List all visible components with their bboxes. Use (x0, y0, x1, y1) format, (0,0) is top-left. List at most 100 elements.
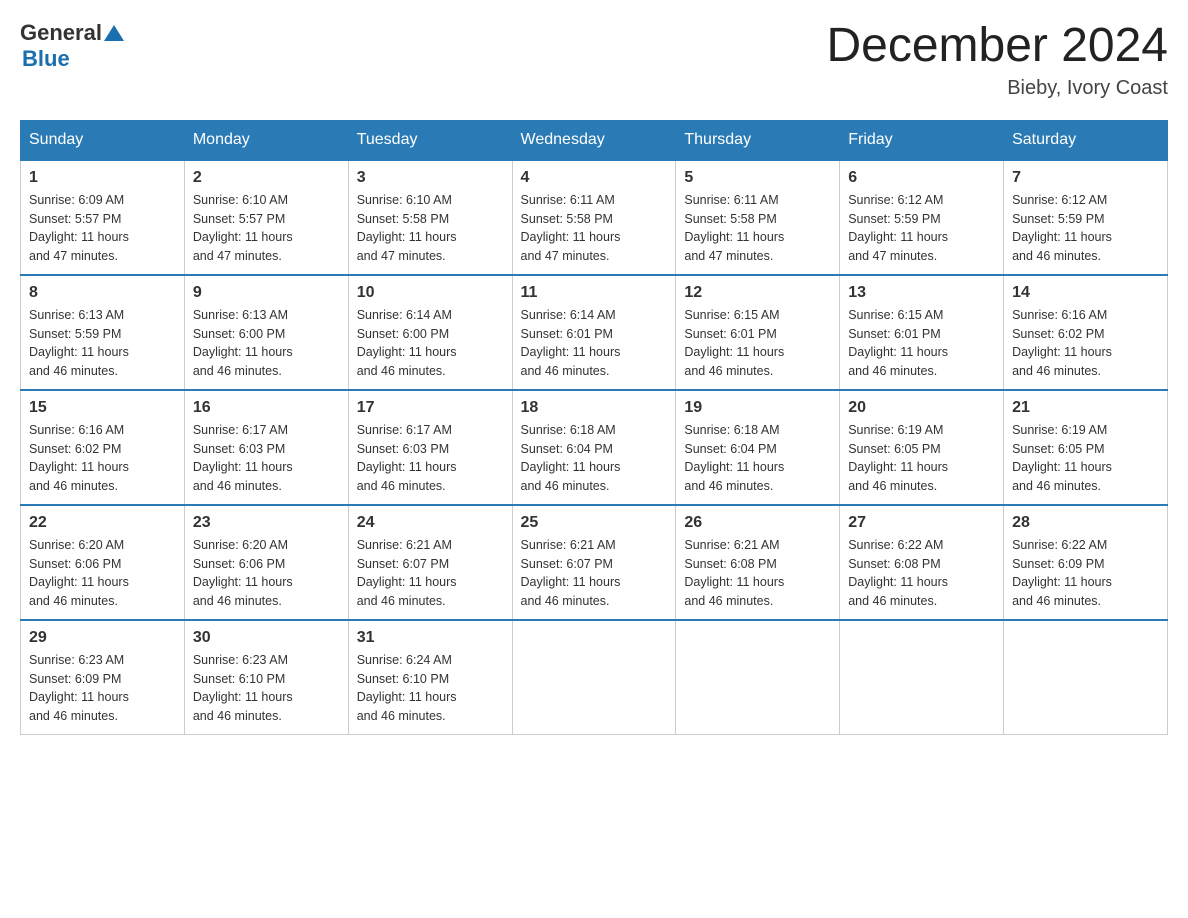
logo: General Blue (20, 20, 124, 72)
logo-blue: Blue (22, 46, 124, 72)
day-number: 5 (684, 169, 831, 187)
table-row (840, 620, 1004, 735)
table-row: 4 Sunrise: 6:11 AM Sunset: 5:58 PM Dayli… (512, 160, 676, 275)
day-info: Sunrise: 6:13 AM Sunset: 5:59 PM Dayligh… (29, 306, 176, 381)
table-row: 26 Sunrise: 6:21 AM Sunset: 6:08 PM Dayl… (676, 505, 840, 620)
day-info: Sunrise: 6:18 AM Sunset: 6:04 PM Dayligh… (521, 421, 668, 496)
day-number: 11 (521, 284, 668, 302)
col-friday: Friday (840, 120, 1004, 160)
calendar-table: Sunday Monday Tuesday Wednesday Thursday… (20, 120, 1168, 735)
day-number: 3 (357, 169, 504, 187)
col-thursday: Thursday (676, 120, 840, 160)
table-row: 3 Sunrise: 6:10 AM Sunset: 5:58 PM Dayli… (348, 160, 512, 275)
col-saturday: Saturday (1004, 120, 1168, 160)
table-row: 25 Sunrise: 6:21 AM Sunset: 6:07 PM Dayl… (512, 505, 676, 620)
table-row (1004, 620, 1168, 735)
day-number: 9 (193, 284, 340, 302)
calendar-week-row: 15 Sunrise: 6:16 AM Sunset: 6:02 PM Dayl… (21, 390, 1168, 505)
day-info: Sunrise: 6:16 AM Sunset: 6:02 PM Dayligh… (29, 421, 176, 496)
table-row: 22 Sunrise: 6:20 AM Sunset: 6:06 PM Dayl… (21, 505, 185, 620)
table-row: 12 Sunrise: 6:15 AM Sunset: 6:01 PM Dayl… (676, 275, 840, 390)
day-info: Sunrise: 6:22 AM Sunset: 6:09 PM Dayligh… (1012, 536, 1159, 611)
day-info: Sunrise: 6:18 AM Sunset: 6:04 PM Dayligh… (684, 421, 831, 496)
day-info: Sunrise: 6:21 AM Sunset: 6:07 PM Dayligh… (521, 536, 668, 611)
day-info: Sunrise: 6:11 AM Sunset: 5:58 PM Dayligh… (521, 191, 668, 266)
day-info: Sunrise: 6:12 AM Sunset: 5:59 PM Dayligh… (1012, 191, 1159, 266)
table-row: 2 Sunrise: 6:10 AM Sunset: 5:57 PM Dayli… (184, 160, 348, 275)
table-row: 14 Sunrise: 6:16 AM Sunset: 6:02 PM Dayl… (1004, 275, 1168, 390)
table-row: 7 Sunrise: 6:12 AM Sunset: 5:59 PM Dayli… (1004, 160, 1168, 275)
day-info: Sunrise: 6:09 AM Sunset: 5:57 PM Dayligh… (29, 191, 176, 266)
calendar-week-row: 29 Sunrise: 6:23 AM Sunset: 6:09 PM Dayl… (21, 620, 1168, 735)
day-info: Sunrise: 6:24 AM Sunset: 6:10 PM Dayligh… (357, 651, 504, 726)
logo-general: General (20, 20, 102, 46)
day-number: 13 (848, 284, 995, 302)
col-sunday: Sunday (21, 120, 185, 160)
table-row: 20 Sunrise: 6:19 AM Sunset: 6:05 PM Dayl… (840, 390, 1004, 505)
day-number: 16 (193, 399, 340, 417)
day-number: 14 (1012, 284, 1159, 302)
day-info: Sunrise: 6:15 AM Sunset: 6:01 PM Dayligh… (684, 306, 831, 381)
table-row: 19 Sunrise: 6:18 AM Sunset: 6:04 PM Dayl… (676, 390, 840, 505)
location-title: Bieby, Ivory Coast (826, 77, 1168, 100)
day-number: 26 (684, 514, 831, 532)
table-row (512, 620, 676, 735)
day-info: Sunrise: 6:19 AM Sunset: 6:05 PM Dayligh… (1012, 421, 1159, 496)
table-row: 10 Sunrise: 6:14 AM Sunset: 6:00 PM Dayl… (348, 275, 512, 390)
table-row: 23 Sunrise: 6:20 AM Sunset: 6:06 PM Dayl… (184, 505, 348, 620)
table-row: 30 Sunrise: 6:23 AM Sunset: 6:10 PM Dayl… (184, 620, 348, 735)
table-row: 17 Sunrise: 6:17 AM Sunset: 6:03 PM Dayl… (348, 390, 512, 505)
day-info: Sunrise: 6:13 AM Sunset: 6:00 PM Dayligh… (193, 306, 340, 381)
table-row: 13 Sunrise: 6:15 AM Sunset: 6:01 PM Dayl… (840, 275, 1004, 390)
day-number: 28 (1012, 514, 1159, 532)
table-row (676, 620, 840, 735)
day-info: Sunrise: 6:19 AM Sunset: 6:05 PM Dayligh… (848, 421, 995, 496)
table-row: 16 Sunrise: 6:17 AM Sunset: 6:03 PM Dayl… (184, 390, 348, 505)
table-row: 27 Sunrise: 6:22 AM Sunset: 6:08 PM Dayl… (840, 505, 1004, 620)
calendar-week-row: 8 Sunrise: 6:13 AM Sunset: 5:59 PM Dayli… (21, 275, 1168, 390)
day-info: Sunrise: 6:20 AM Sunset: 6:06 PM Dayligh… (29, 536, 176, 611)
title-area: December 2024 Bieby, Ivory Coast (826, 20, 1168, 100)
table-row: 6 Sunrise: 6:12 AM Sunset: 5:59 PM Dayli… (840, 160, 1004, 275)
day-number: 15 (29, 399, 176, 417)
day-info: Sunrise: 6:10 AM Sunset: 5:57 PM Dayligh… (193, 191, 340, 266)
day-info: Sunrise: 6:23 AM Sunset: 6:10 PM Dayligh… (193, 651, 340, 726)
day-info: Sunrise: 6:14 AM Sunset: 6:00 PM Dayligh… (357, 306, 504, 381)
day-number: 31 (357, 629, 504, 647)
day-number: 27 (848, 514, 995, 532)
table-row: 5 Sunrise: 6:11 AM Sunset: 5:58 PM Dayli… (676, 160, 840, 275)
day-number: 30 (193, 629, 340, 647)
table-row: 15 Sunrise: 6:16 AM Sunset: 6:02 PM Dayl… (21, 390, 185, 505)
day-info: Sunrise: 6:14 AM Sunset: 6:01 PM Dayligh… (521, 306, 668, 381)
day-number: 25 (521, 514, 668, 532)
day-info: Sunrise: 6:20 AM Sunset: 6:06 PM Dayligh… (193, 536, 340, 611)
table-row: 29 Sunrise: 6:23 AM Sunset: 6:09 PM Dayl… (21, 620, 185, 735)
day-number: 21 (1012, 399, 1159, 417)
day-number: 20 (848, 399, 995, 417)
table-row: 1 Sunrise: 6:09 AM Sunset: 5:57 PM Dayli… (21, 160, 185, 275)
day-number: 4 (521, 169, 668, 187)
calendar-week-row: 22 Sunrise: 6:20 AM Sunset: 6:06 PM Dayl… (21, 505, 1168, 620)
day-info: Sunrise: 6:21 AM Sunset: 6:07 PM Dayligh… (357, 536, 504, 611)
month-title: December 2024 (826, 20, 1168, 73)
table-row: 31 Sunrise: 6:24 AM Sunset: 6:10 PM Dayl… (348, 620, 512, 735)
day-info: Sunrise: 6:23 AM Sunset: 6:09 PM Dayligh… (29, 651, 176, 726)
day-number: 1 (29, 169, 176, 187)
logo-triangle-icon (104, 23, 124, 43)
day-info: Sunrise: 6:15 AM Sunset: 6:01 PM Dayligh… (848, 306, 995, 381)
col-tuesday: Tuesday (348, 120, 512, 160)
day-number: 17 (357, 399, 504, 417)
table-row: 18 Sunrise: 6:18 AM Sunset: 6:04 PM Dayl… (512, 390, 676, 505)
day-number: 22 (29, 514, 176, 532)
day-info: Sunrise: 6:17 AM Sunset: 6:03 PM Dayligh… (193, 421, 340, 496)
day-info: Sunrise: 6:16 AM Sunset: 6:02 PM Dayligh… (1012, 306, 1159, 381)
day-info: Sunrise: 6:12 AM Sunset: 5:59 PM Dayligh… (848, 191, 995, 266)
table-row: 8 Sunrise: 6:13 AM Sunset: 5:59 PM Dayli… (21, 275, 185, 390)
page-header: General Blue December 2024 Bieby, Ivory … (20, 20, 1168, 100)
day-info: Sunrise: 6:11 AM Sunset: 5:58 PM Dayligh… (684, 191, 831, 266)
day-number: 10 (357, 284, 504, 302)
col-wednesday: Wednesday (512, 120, 676, 160)
table-row: 21 Sunrise: 6:19 AM Sunset: 6:05 PM Dayl… (1004, 390, 1168, 505)
day-number: 12 (684, 284, 831, 302)
day-info: Sunrise: 6:10 AM Sunset: 5:58 PM Dayligh… (357, 191, 504, 266)
